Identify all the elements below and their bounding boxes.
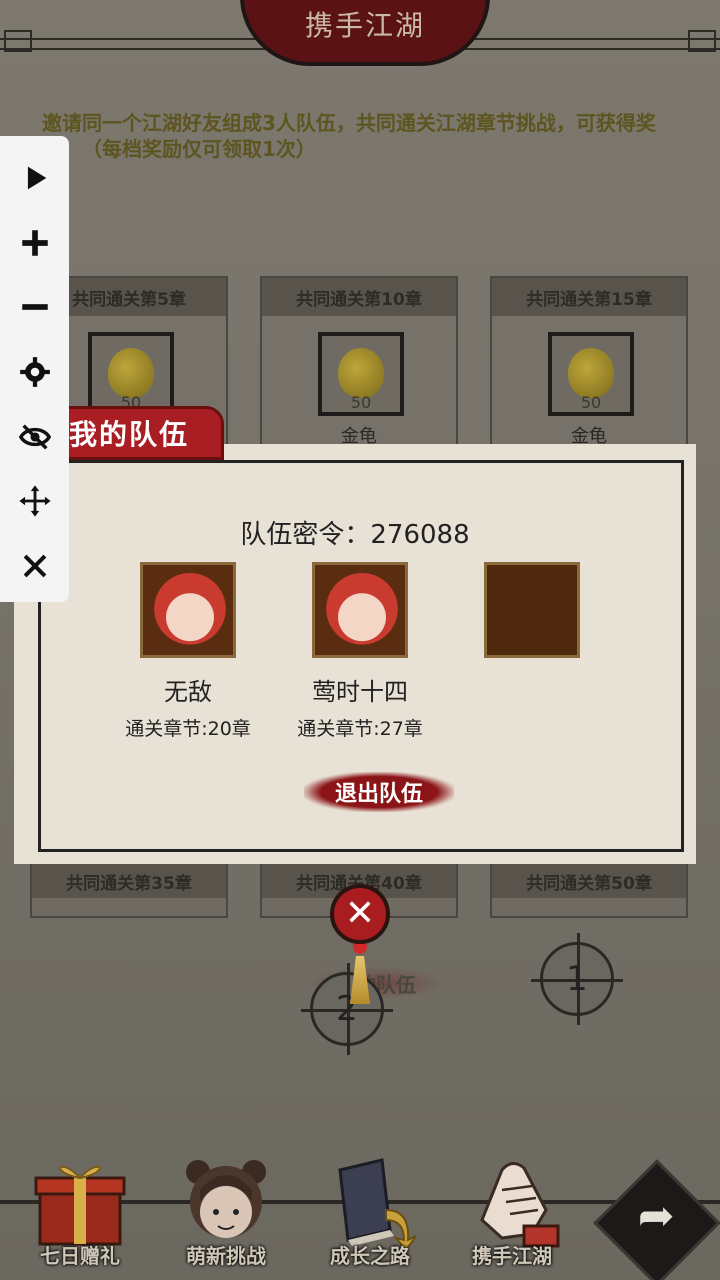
reward-item-box: 50	[318, 332, 404, 416]
reward-card-title: 共同通关第15章	[492, 278, 686, 316]
plus-icon	[21, 230, 48, 256]
nav-seven-day-gift[interactable]: 七日赠礼	[10, 1140, 150, 1280]
reward-card-ch10[interactable]: 共同通关第10章 50 金龟	[260, 276, 458, 447]
settings-button[interactable]	[10, 344, 60, 401]
reward-count: 50	[350, 393, 372, 412]
nav-label: 萌新挑战	[186, 1244, 266, 1268]
red-hair-avatar	[325, 571, 399, 655]
target-marker-1[interactable]: 1	[531, 933, 623, 1025]
reward-count: 50	[580, 393, 602, 412]
zoom-in-button[interactable]	[10, 215, 60, 272]
reward-card-ch35[interactable]: 共同通关第35章	[30, 864, 228, 918]
close-icon: ✕	[344, 893, 376, 934]
my-team-title: 我的队伍	[69, 418, 190, 451]
reward-item-box: 50	[88, 332, 174, 416]
gear-icon	[19, 357, 50, 387]
reward-card-ch50[interactable]: 共同通关第50章	[490, 864, 688, 918]
eye-off-icon	[18, 424, 51, 450]
nav-label: 七日赠礼	[40, 1244, 120, 1268]
tassel-ornament	[348, 940, 372, 1004]
red-hair-avatar	[153, 571, 227, 655]
gourd-icon	[568, 348, 614, 398]
book-icon	[338, 1158, 417, 1250]
member-avatar-slot-2[interactable]	[312, 562, 408, 658]
nav-label: 携手江湖	[472, 1244, 552, 1268]
screen: 携手江湖 邀请同一个江湖好友组成3人队伍，共同通关江湖章节挑战，可获得奖励！（每…	[0, 0, 720, 1280]
reward-card-title: 共同通关第10章	[262, 278, 456, 316]
leave-team-button[interactable]: 退出队伍	[304, 772, 454, 812]
nav-growth-path[interactable]: 成长之路	[300, 1140, 440, 1280]
invite-description: 邀请同一个江湖好友组成3人队伍，共同通关江湖章节挑战，可获得奖励！（每档奖励仅可…	[42, 111, 656, 161]
toolbar-close-button[interactable]	[10, 537, 60, 594]
corner-ornament-left	[4, 30, 32, 52]
handshake-icon	[480, 1162, 560, 1248]
target-marker-2[interactable]: 2	[301, 963, 393, 1055]
leave-team-label: 退出队伍	[334, 782, 423, 807]
play-icon	[27, 166, 46, 190]
floating-toolbar	[0, 136, 69, 602]
member-stage-2: 通关章节:27章	[297, 718, 423, 740]
gourd-icon	[108, 348, 154, 398]
reward-card-ch15[interactable]: 共同通关第15章 50 金龟	[490, 276, 688, 447]
member-name-2: 莺时十四	[312, 678, 408, 706]
team-panel: 队伍密令：276088 无敌 通关章节:20章 莺时十四 通关章节:27章 退出…	[14, 444, 696, 864]
gift-box-icon	[34, 1165, 126, 1246]
reward-card-title: 共同通关第35章	[32, 864, 226, 898]
close-icon	[23, 554, 46, 578]
team-password: 队伍密令：276088	[240, 520, 470, 550]
girl-character-icon	[186, 1160, 266, 1238]
corner-ornament-right	[688, 30, 716, 52]
reward-item-box: 50	[548, 332, 634, 416]
move-button[interactable]	[10, 473, 60, 530]
member-name-1: 无敌	[164, 678, 212, 706]
gourd-icon	[338, 348, 384, 398]
play-button[interactable]	[10, 150, 60, 207]
page-title-tab: 携手江湖	[240, 0, 490, 66]
nav-newbie-challenge[interactable]: 萌新挑战	[156, 1140, 296, 1280]
zoom-out-button[interactable]	[10, 279, 60, 336]
reward-card-title: 共同通关第50章	[492, 864, 686, 898]
move-icon	[18, 485, 51, 517]
hide-button[interactable]	[10, 408, 60, 465]
nav-hand-in-hand[interactable]: 携手江湖	[442, 1140, 582, 1280]
member-stage-1: 通关章节:20章	[125, 718, 251, 740]
share-arrow-icon: ➦	[637, 1190, 675, 1242]
minus-icon	[21, 304, 48, 311]
member-avatar-slot-1[interactable]	[140, 562, 236, 658]
nav-label: 成长之路	[330, 1244, 410, 1268]
target-marker-number: 1	[566, 959, 588, 999]
close-button[interactable]: ✕	[330, 884, 390, 944]
empty-slot[interactable]	[484, 562, 580, 658]
page-title: 携手江湖	[304, 9, 425, 42]
